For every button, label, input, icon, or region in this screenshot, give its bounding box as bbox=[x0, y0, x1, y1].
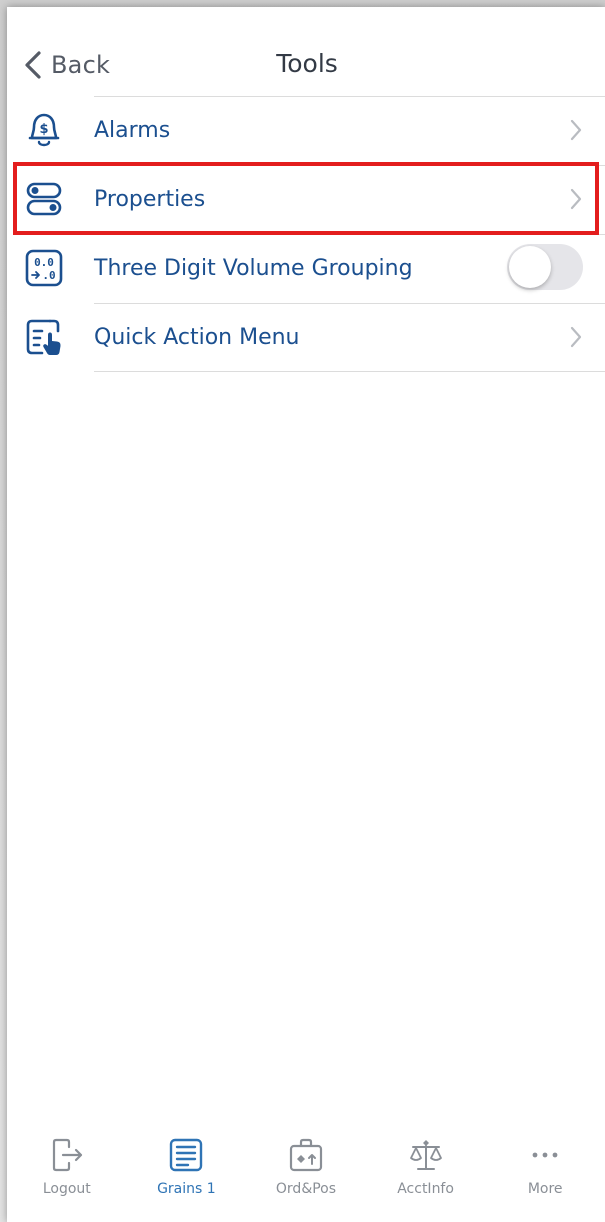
quick-action-icon bbox=[26, 319, 61, 355]
tab-bar: Logout Grains 1 Ord&Pos AcctInfo More bbox=[7, 1125, 605, 1222]
svg-text:$: $ bbox=[39, 122, 48, 137]
page-title: Tools bbox=[276, 49, 338, 78]
briefcase-icon bbox=[289, 1138, 323, 1172]
tab-logout[interactable]: Logout bbox=[7, 1125, 127, 1222]
tab-ord-pos[interactable]: Ord&Pos bbox=[246, 1125, 366, 1222]
tab-label: Ord&Pos bbox=[275, 1181, 337, 1197]
app-screen: Back Tools $ Alarms Properties 0.0 .0 Th… bbox=[7, 7, 605, 1222]
list-item-properties[interactable]: Properties bbox=[7, 165, 605, 234]
three-digit-volume-grouping-label: Three Digit Volume Grouping bbox=[94, 256, 413, 281]
logout-icon bbox=[52, 1138, 82, 1172]
tab-grains-1[interactable]: Grains 1 bbox=[127, 1125, 247, 1222]
grains-board-icon bbox=[170, 1138, 203, 1172]
tools-list: $ Alarms Properties 0.0 .0 Three Digit V… bbox=[7, 96, 605, 372]
screenshot-frame: Back Tools $ Alarms Properties 0.0 .0 Th… bbox=[0, 0, 605, 1222]
tab-acctinfo[interactable]: AcctInfo bbox=[366, 1125, 486, 1222]
nav-header: Back Tools bbox=[7, 7, 605, 99]
tab-label: More bbox=[527, 1181, 563, 1197]
quick-action-menu-label: Quick Action Menu bbox=[94, 325, 300, 350]
list-item-three-digit-volume-grouping: 0.0 .0 Three Digit Volume Grouping bbox=[7, 234, 605, 303]
scale-icon bbox=[409, 1140, 442, 1170]
properties-label: Properties bbox=[94, 187, 206, 212]
alarm-bell-dollar-icon: $ bbox=[28, 113, 60, 147]
svg-text:.0: .0 bbox=[42, 269, 55, 282]
toggles-icon bbox=[26, 182, 62, 216]
chevron-right-icon bbox=[570, 188, 582, 210]
more-dots-icon bbox=[532, 1152, 558, 1158]
chevron-right-icon bbox=[570, 326, 582, 348]
row-divider bbox=[94, 96, 605, 97]
digit-grouping-icon: 0.0 .0 bbox=[25, 249, 63, 287]
tab-more[interactable]: More bbox=[485, 1125, 605, 1222]
tab-label: Logout bbox=[42, 1181, 91, 1197]
alarms-label: Alarms bbox=[94, 118, 171, 143]
three-digit-volume-grouping-toggle[interactable] bbox=[507, 244, 583, 290]
list-item-quick-action-menu[interactable]: Quick Action Menu bbox=[7, 303, 605, 372]
toggle-knob bbox=[509, 246, 551, 288]
list-item-alarms[interactable]: $ Alarms bbox=[7, 96, 605, 165]
svg-text:0.0: 0.0 bbox=[34, 256, 54, 269]
tab-label: AcctInfo bbox=[397, 1181, 454, 1197]
chevron-right-icon bbox=[570, 119, 582, 141]
tab-label: Grains 1 bbox=[157, 1181, 216, 1197]
